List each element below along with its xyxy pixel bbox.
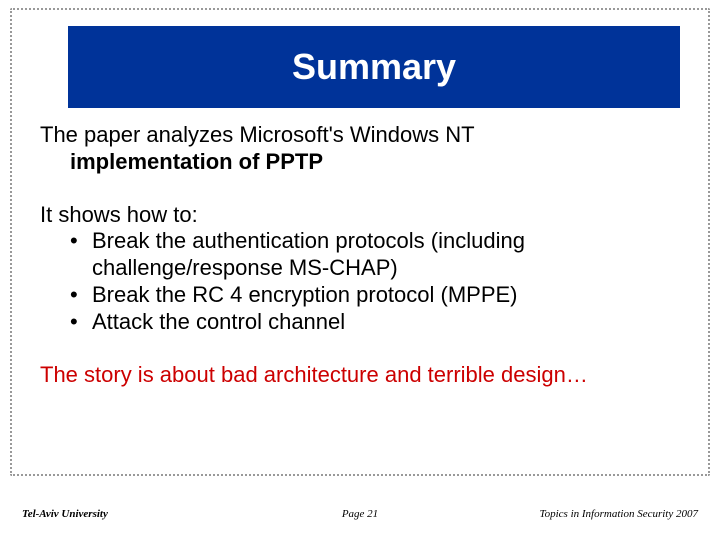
bullet-item: Attack the control channel — [70, 309, 690, 336]
shows-heading: It shows how to: — [40, 202, 690, 229]
intro-line2-bold: implementation of PPTP — [70, 149, 323, 174]
bullet-list: Break the authentication protocols (incl… — [40, 228, 690, 335]
intro-line2: implementation of PPTP — [40, 149, 690, 176]
slide-title: Summary — [292, 46, 456, 88]
footer-center: Page 21 — [247, 508, 472, 520]
story-line: The story is about bad architecture and … — [40, 362, 690, 389]
slide-content: The paper analyzes Microsoft's Windows N… — [40, 122, 690, 389]
intro-line1: The paper analyzes Microsoft's Windows N… — [40, 122, 475, 147]
shows-block: It shows how to: Break the authenticatio… — [40, 202, 690, 336]
title-bar: Summary — [68, 26, 680, 108]
footer-left: Tel-Aviv University — [22, 508, 247, 520]
intro-paragraph: The paper analyzes Microsoft's Windows N… — [40, 122, 690, 176]
footer-right: Topics in Information Security 2007 — [473, 508, 698, 520]
bullet-item: Break the RC 4 encryption protocol (MPPE… — [70, 282, 690, 309]
bullet-item: Break the authentication protocols (incl… — [70, 228, 690, 282]
footer: Tel-Aviv University Page 21 Topics in In… — [0, 508, 720, 520]
